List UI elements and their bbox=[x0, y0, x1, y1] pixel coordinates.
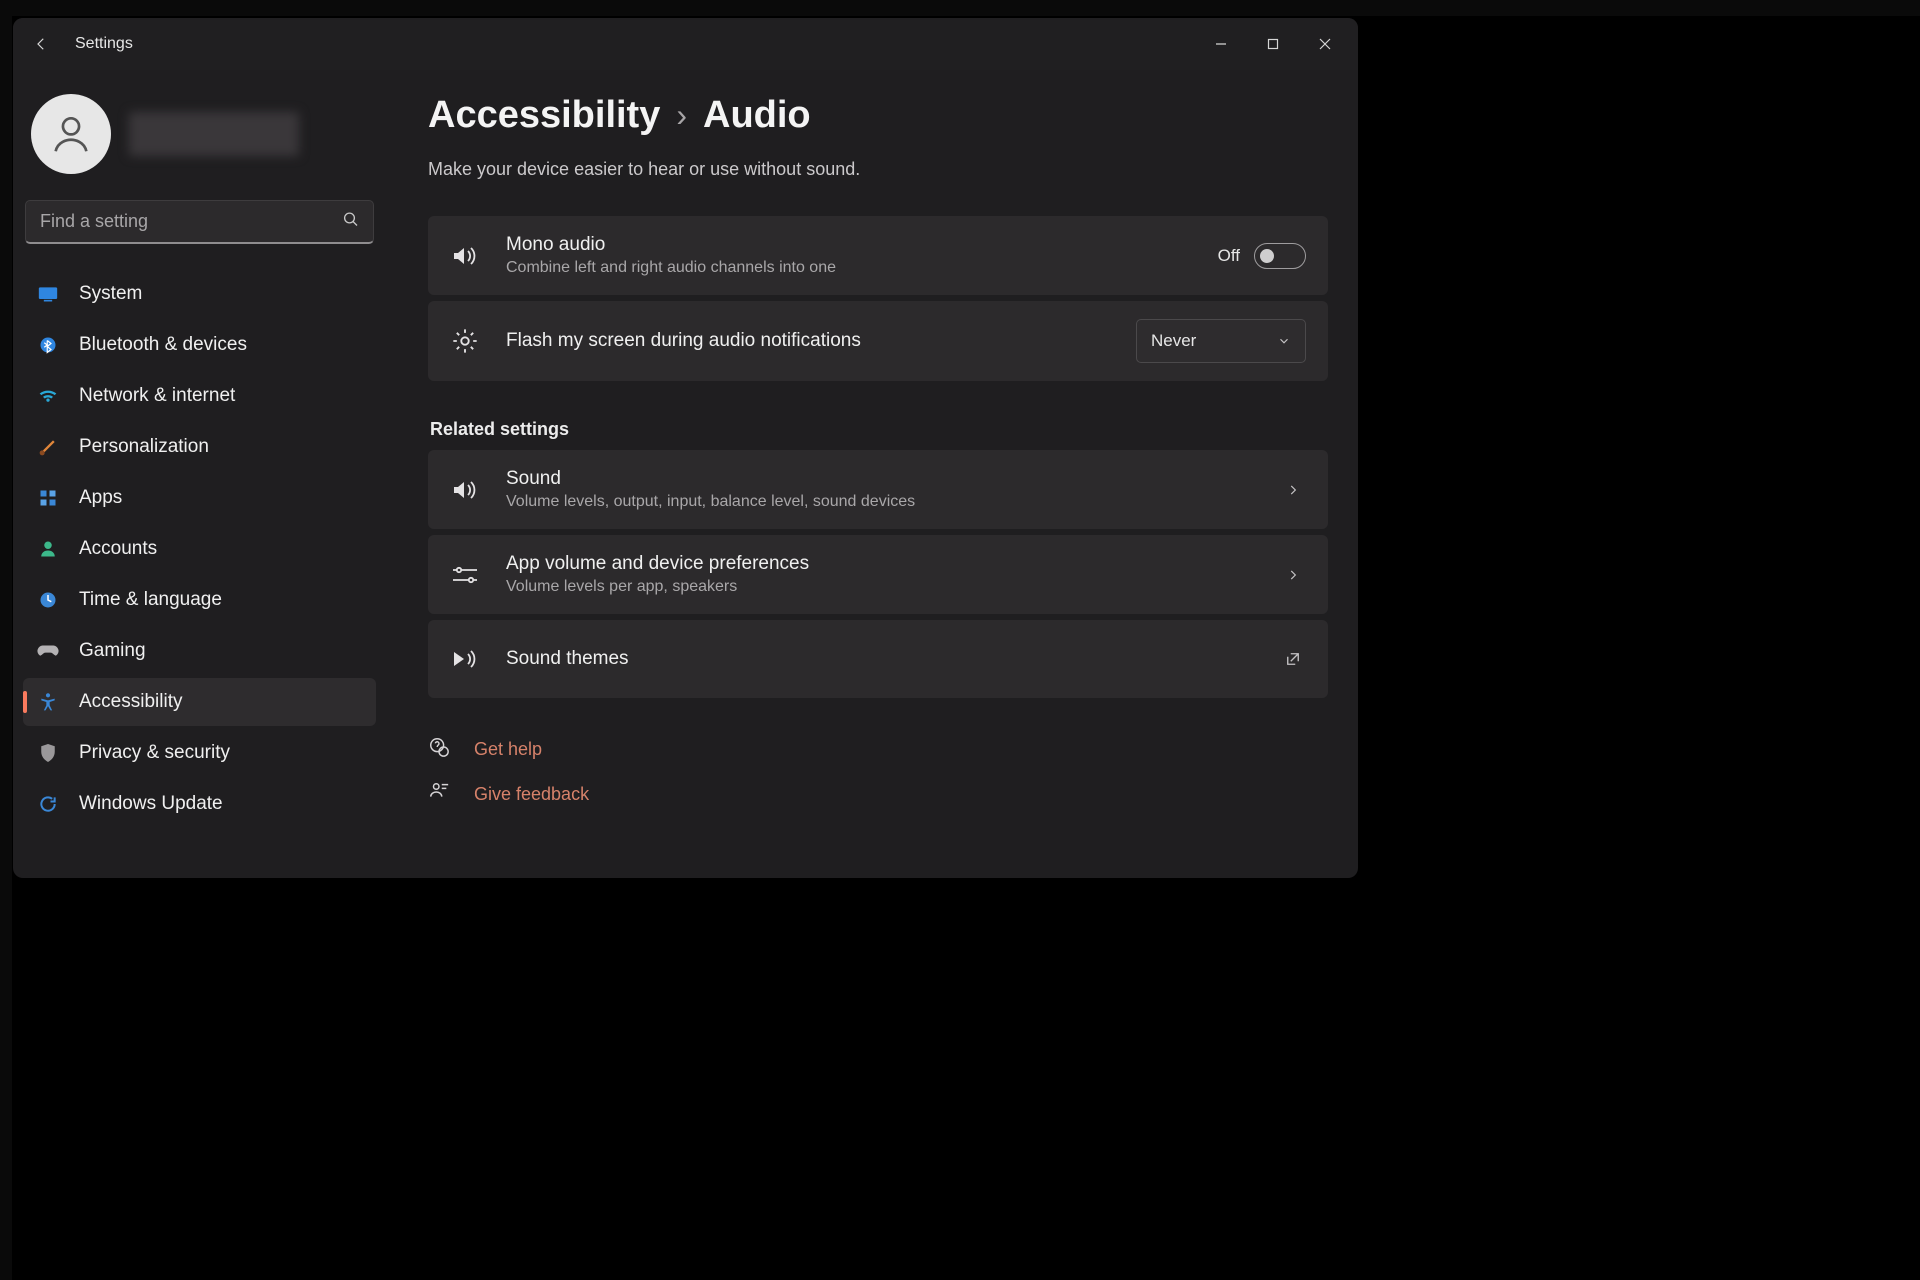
dropdown-value: Never bbox=[1151, 331, 1196, 351]
flash-screen-dropdown[interactable]: Never bbox=[1136, 319, 1306, 363]
wifi-icon bbox=[37, 385, 59, 407]
nav-system[interactable]: System bbox=[23, 270, 376, 318]
nav-time-language[interactable]: Time & language bbox=[23, 576, 376, 624]
nav-label: Gaming bbox=[79, 640, 146, 662]
nav-label: Apps bbox=[79, 487, 122, 509]
settings-window: Settings bbox=[13, 18, 1358, 878]
breadcrumb-separator: › bbox=[676, 97, 687, 134]
related-sound-themes-card[interactable]: Sound themes bbox=[428, 620, 1328, 698]
nav-accessibility[interactable]: Accessibility bbox=[23, 678, 376, 726]
nav-windows-update[interactable]: Windows Update bbox=[23, 780, 376, 828]
shield-icon bbox=[37, 742, 59, 764]
related-sound-card[interactable]: Sound Volume levels, output, input, bala… bbox=[428, 450, 1328, 529]
minimize-button[interactable] bbox=[1196, 22, 1246, 66]
speaker-icon bbox=[450, 241, 480, 271]
obscured-region bbox=[0, 0, 12, 1280]
mono-audio-card[interactable]: Mono audio Combine left and right audio … bbox=[428, 216, 1328, 295]
card-title: Sound bbox=[506, 468, 1254, 490]
window-title: Settings bbox=[75, 35, 133, 53]
nav-network[interactable]: Network & internet bbox=[23, 372, 376, 420]
breadcrumb-current: Audio bbox=[703, 94, 811, 137]
paintbrush-icon bbox=[37, 436, 59, 458]
nav-list: System Bluetooth & devices Network & int… bbox=[23, 270, 376, 828]
chevron-right-icon bbox=[1280, 568, 1306, 582]
update-icon bbox=[37, 793, 59, 815]
nav-label: Time & language bbox=[79, 589, 222, 611]
external-link-icon bbox=[1280, 650, 1306, 668]
card-description: Volume levels, output, input, balance le… bbox=[506, 493, 1254, 511]
card-description: Combine left and right audio channels in… bbox=[506, 259, 1192, 277]
flash-screen-card[interactable]: Flash my screen during audio notificatio… bbox=[428, 301, 1328, 381]
card-title: App volume and device preferences bbox=[506, 553, 1254, 575]
play-sound-icon bbox=[450, 644, 480, 674]
breadcrumb: Accessibility › Audio bbox=[428, 94, 1328, 137]
nav-label: Bluetooth & devices bbox=[79, 334, 247, 356]
nav-apps[interactable]: Apps bbox=[23, 474, 376, 522]
window-controls bbox=[1196, 22, 1350, 66]
username-redacted bbox=[129, 112, 299, 156]
apps-icon bbox=[37, 487, 59, 509]
avatar bbox=[31, 94, 111, 174]
accessibility-icon bbox=[37, 691, 59, 713]
nav-label: Windows Update bbox=[79, 793, 223, 815]
nav-label: Accounts bbox=[79, 538, 157, 560]
sliders-icon bbox=[450, 560, 480, 590]
nav-label: Network & internet bbox=[79, 385, 235, 407]
obscured-region bbox=[0, 0, 1920, 16]
search-field[interactable] bbox=[25, 200, 374, 244]
nav-label: Personalization bbox=[79, 436, 209, 458]
nav-gaming[interactable]: Gaming bbox=[23, 627, 376, 675]
toggle-label: Off bbox=[1218, 246, 1240, 266]
search-input[interactable] bbox=[25, 200, 374, 244]
nav-label: Privacy & security bbox=[79, 742, 230, 764]
related-app-volume-card[interactable]: App volume and device preferences Volume… bbox=[428, 535, 1328, 614]
footer-link-label: Give feedback bbox=[474, 784, 589, 805]
footer-links: Get help Give feedback bbox=[428, 736, 1328, 808]
nav-bluetooth[interactable]: Bluetooth & devices bbox=[23, 321, 376, 369]
page-subtitle: Make your device easier to hear or use w… bbox=[428, 159, 1328, 180]
titlebar: Settings bbox=[13, 18, 1358, 70]
main-content: Accessibility › Audio Make your device e… bbox=[388, 70, 1358, 878]
user-profile[interactable] bbox=[23, 80, 376, 196]
footer-link-label: Get help bbox=[474, 739, 542, 760]
card-title: Flash my screen during audio notificatio… bbox=[506, 330, 1110, 352]
card-title: Mono audio bbox=[506, 234, 1192, 256]
feedback-icon bbox=[428, 781, 450, 808]
nav-label: Accessibility bbox=[79, 691, 182, 713]
speaker-icon bbox=[450, 475, 480, 505]
clock-globe-icon bbox=[37, 589, 59, 611]
back-button[interactable] bbox=[21, 24, 61, 64]
related-settings-heading: Related settings bbox=[430, 419, 1328, 440]
chevron-down-icon bbox=[1277, 334, 1291, 348]
card-title: Sound themes bbox=[506, 648, 1254, 670]
nav-personalization[interactable]: Personalization bbox=[23, 423, 376, 471]
person-icon bbox=[37, 538, 59, 560]
mono-audio-toggle[interactable] bbox=[1254, 243, 1306, 269]
breadcrumb-parent[interactable]: Accessibility bbox=[428, 94, 660, 137]
card-description: Volume levels per app, speakers bbox=[506, 578, 1254, 596]
give-feedback-link[interactable]: Give feedback bbox=[428, 781, 1328, 808]
chevron-right-icon bbox=[1280, 483, 1306, 497]
monitor-icon bbox=[37, 283, 59, 305]
help-icon bbox=[428, 736, 450, 763]
gaming-icon bbox=[37, 640, 59, 662]
nav-privacy[interactable]: Privacy & security bbox=[23, 729, 376, 777]
maximize-button[interactable] bbox=[1248, 22, 1298, 66]
brightness-icon bbox=[450, 326, 480, 356]
nav-label: System bbox=[79, 283, 142, 305]
bluetooth-icon bbox=[37, 334, 59, 356]
close-button[interactable] bbox=[1300, 22, 1350, 66]
nav-accounts[interactable]: Accounts bbox=[23, 525, 376, 573]
get-help-link[interactable]: Get help bbox=[428, 736, 1328, 763]
sidebar: System Bluetooth & devices Network & int… bbox=[13, 70, 388, 878]
